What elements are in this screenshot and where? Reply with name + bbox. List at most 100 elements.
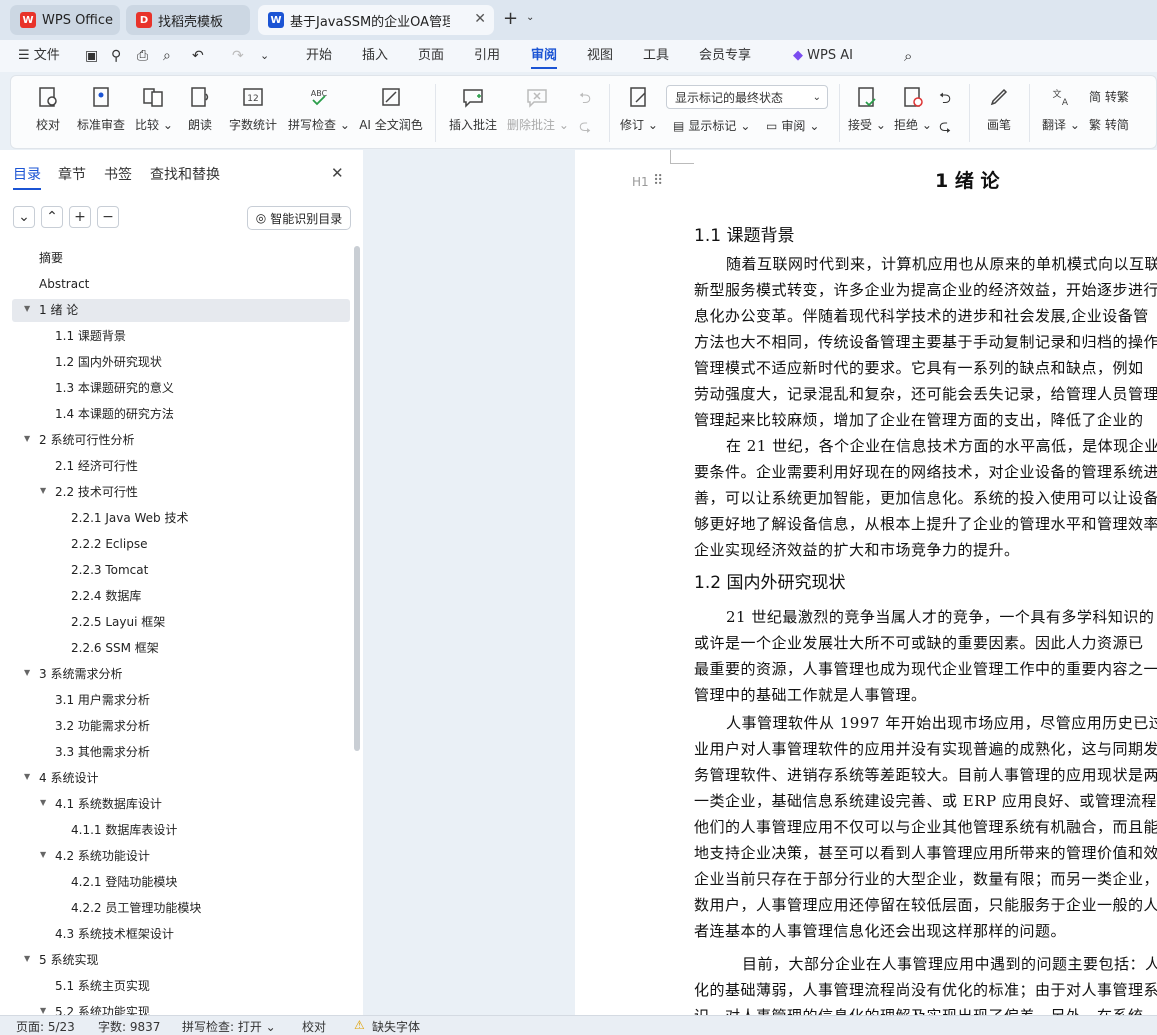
next-comment-icon[interactable]: ⮎ [579,116,591,141]
spell-check-status[interactable]: 拼写检查: 打开 ⌄ [182,1018,276,1035]
collapse-all-button[interactable]: ⌄ [13,206,35,228]
expand-arrow-icon[interactable]: ▼ [24,434,30,443]
toc-item[interactable]: 摘要 [39,245,63,271]
pen-button[interactable]: 画笔 [981,76,1017,146]
tab-wps-office[interactable]: W WPS Office [10,5,120,35]
chevron-down-icon[interactable]: ⌄ [526,12,534,23]
file-menu[interactable]: ☰ 文件 [18,40,60,72]
expand-arrow-icon[interactable]: ▼ [24,304,30,313]
menu-insert[interactable]: 插入 [362,40,388,72]
tab-docer[interactable]: D 找稻壳模板 [126,5,250,35]
toc-item[interactable]: 4.1 系统数据库设计 [55,791,162,817]
expand-arrow-icon[interactable]: ▼ [24,668,30,677]
remove-heading-button[interactable]: − [97,206,119,228]
toc-item[interactable]: 2.2.1 Java Web 技术 [71,505,189,531]
expand-arrow-icon[interactable]: ▼ [40,486,46,495]
menu-view[interactable]: 视图 [587,40,613,72]
toc-item[interactable]: 4.2.1 登陆功能模块 [71,869,177,895]
read-aloud-button[interactable]: 朗读 [185,76,215,146]
expand-arrow-icon[interactable]: ▼ [40,850,46,859]
smart-toc-button[interactable]: ◎ 智能识别目录 [247,206,351,230]
toc-item[interactable]: 5 系统实现 [39,947,98,973]
add-heading-button[interactable]: + [69,206,91,228]
expand-up-button[interactable]: ⌃ [41,206,63,228]
word-count-button[interactable]: 12 字数统计 [227,76,279,146]
toc-item[interactable]: Abstract [39,271,89,297]
toc-item[interactable]: 4.2 系统功能设计 [55,843,150,869]
missing-font-status[interactable]: 缺失字体 [372,1018,420,1035]
toc-item[interactable]: 2 系统可行性分析 [39,427,134,453]
link-icon[interactable]: ⚲ [111,40,121,72]
translate-button[interactable]: 文A 翻译 ⌄ [1041,76,1081,146]
print-icon[interactable]: ⎙ [137,40,148,72]
wps-ai-button[interactable]: ◆ WPS AI [793,40,853,72]
toc-scrollbar[interactable] [354,246,360,751]
next-change-icon[interactable]: ⮎ [939,116,951,141]
delete-comment-button[interactable]: 删除批注 ⌄ [507,76,569,146]
tab-chapters[interactable]: 章节 [58,164,86,184]
toc-item[interactable]: 4.1.1 数据库表设计 [71,817,177,843]
toc-item[interactable]: 1.1 课题背景 [55,323,126,349]
print-preview-icon[interactable]: ⌕ [163,40,171,72]
search-icon[interactable]: ⌕ [904,40,912,72]
track-changes-button[interactable]: 修订 ⌄ [619,76,659,146]
toc-item[interactable]: 5.1 系统主页实现 [55,973,150,999]
expand-arrow-icon[interactable]: ▼ [40,798,46,807]
word-count-status[interactable]: 字数: 9837 [98,1018,160,1035]
document-page[interactable]: H1 ⠿ 1 绪 论 1.1 课题背景 随着互联网时代到来，计算机应用也从原来的… [575,150,1157,1015]
close-tab-icon[interactable]: ✕ [474,11,486,27]
drag-handle-icon[interactable]: ⠿ [653,173,663,189]
toc-item[interactable]: 2.2.3 Tomcat [71,557,148,583]
redo-icon[interactable]: ↷ [232,40,244,72]
spell-check-button[interactable]: ABC 拼写检查 ⌄ [288,76,350,146]
toc-item[interactable]: 4 系统设计 [39,765,98,791]
more-chevron-icon[interactable]: ⌄ [260,40,269,72]
expand-arrow-icon[interactable]: ▼ [24,772,30,781]
toc-item[interactable]: 4.3 系统技术框架设计 [55,921,174,947]
menu-reference[interactable]: 引用 [474,40,500,72]
menu-review[interactable]: 审阅 [531,40,558,72]
toc-item[interactable]: 1 绪 论 [39,297,78,323]
to-simplified-button[interactable]: 繁 转简 [1089,116,1129,133]
toc-item[interactable]: 2.2.5 Layui 框架 [71,609,165,635]
to-traditional-button[interactable]: 简 转繁 [1089,88,1129,105]
expand-arrow-icon[interactable]: ▼ [24,954,30,963]
toc-item[interactable]: 1.4 本课题的研究方法 [55,401,174,427]
tab-document[interactable]: W 基于JavaSSM的企业OA管理 ✕ [258,5,494,35]
close-pane-icon[interactable]: ✕ [331,164,344,182]
tab-find-replace[interactable]: 查找和替换 [150,164,220,184]
tab-bookmarks[interactable]: 书签 [104,164,132,184]
undo-icon[interactable]: ↶ [192,40,204,72]
toc-item[interactable]: 3.3 其他需求分析 [55,739,150,765]
page-indicator[interactable]: 页面: 5/23 [16,1018,75,1035]
proofread-button[interactable]: 校对 [31,76,65,146]
markup-display-select[interactable]: 显示标记的最终状态 ⌄ [666,85,828,109]
toc-item[interactable]: 3.2 功能需求分析 [55,713,150,739]
toc-item[interactable]: 1.2 国内外研究现状 [55,349,162,375]
toc-item[interactable]: 2.2.6 SSM 框架 [71,635,159,661]
menu-tools[interactable]: 工具 [643,40,669,72]
toc-item[interactable]: 2.2.4 数据库 [71,583,141,609]
save-icon[interactable]: ▣ [85,40,98,72]
expand-arrow-icon[interactable]: ▼ [40,1006,46,1015]
menu-start[interactable]: 开始 [306,40,332,72]
proofread-status[interactable]: 校对 [302,1018,326,1035]
toc-item[interactable]: 3.1 用户需求分析 [55,687,150,713]
toc-item[interactable]: 2.2 技术可行性 [55,479,138,505]
review-pane-button[interactable]: ▭ 审阅 ⌄ [766,117,819,134]
prev-comment-icon[interactable]: ⮌ [579,88,591,113]
toc-item[interactable]: 2.1 经济可行性 [55,453,138,479]
reject-button[interactable]: 拒绝 ⌄ [894,76,932,146]
menu-member[interactable]: 会员专享 [699,40,751,72]
compare-button[interactable]: 比较 ⌄ [135,76,173,146]
toc-item[interactable]: 1.3 本课题研究的意义 [55,375,174,401]
ai-polish-button[interactable]: AI 全文润色 [359,76,423,146]
toc-item[interactable]: 2.2.2 Eclipse [71,531,147,557]
new-tab-icon[interactable]: + [503,8,518,29]
tab-toc[interactable]: 目录 [13,164,41,190]
menu-page[interactable]: 页面 [418,40,444,72]
insert-comment-button[interactable]: 插入批注 [447,76,499,146]
std-review-button[interactable]: 标准审查 [75,76,127,146]
show-markup-button[interactable]: ▤ 显示标记 ⌄ [673,117,750,134]
prev-change-icon[interactable]: ⮌ [939,88,951,113]
